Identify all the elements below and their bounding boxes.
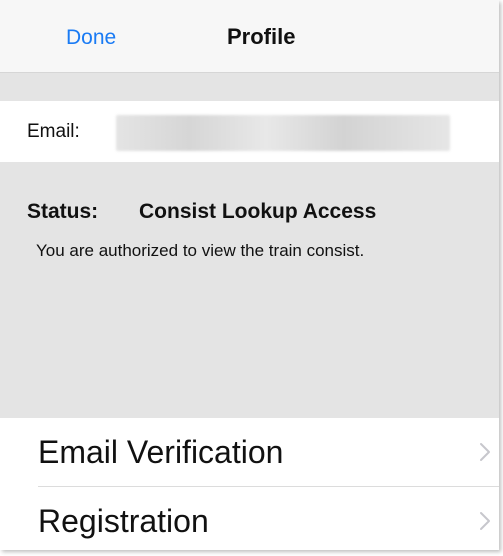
menu-item-email-verification[interactable]: Email Verification <box>0 418 499 487</box>
email-field-redacted <box>116 115 450 151</box>
profile-menu-list: Email Verification Registration <box>0 418 499 550</box>
chevron-right-icon <box>480 443 490 461</box>
status-label: Status: <box>27 200 99 223</box>
email-label: Email: <box>27 121 80 142</box>
menu-item-registration[interactable]: Registration <box>0 487 499 550</box>
email-row: Email: <box>0 101 499 162</box>
page-title: Profile <box>227 24 296 49</box>
menu-item-label: Email Verification <box>38 434 284 470</box>
menu-item-label: Registration <box>38 503 209 539</box>
status-value: Consist Lookup Access <box>139 200 377 223</box>
done-button[interactable]: Done <box>66 26 116 50</box>
status-section: Status: Consist Lookup Access You are au… <box>0 162 499 418</box>
chevron-right-icon <box>480 512 490 530</box>
profile-screen: Done Profile Email: Status: Consist Look… <box>0 0 499 550</box>
section-spacer <box>0 73 499 101</box>
status-description: You are authorized to view the train con… <box>36 241 365 260</box>
navigation-bar: Done Profile <box>0 0 499 73</box>
